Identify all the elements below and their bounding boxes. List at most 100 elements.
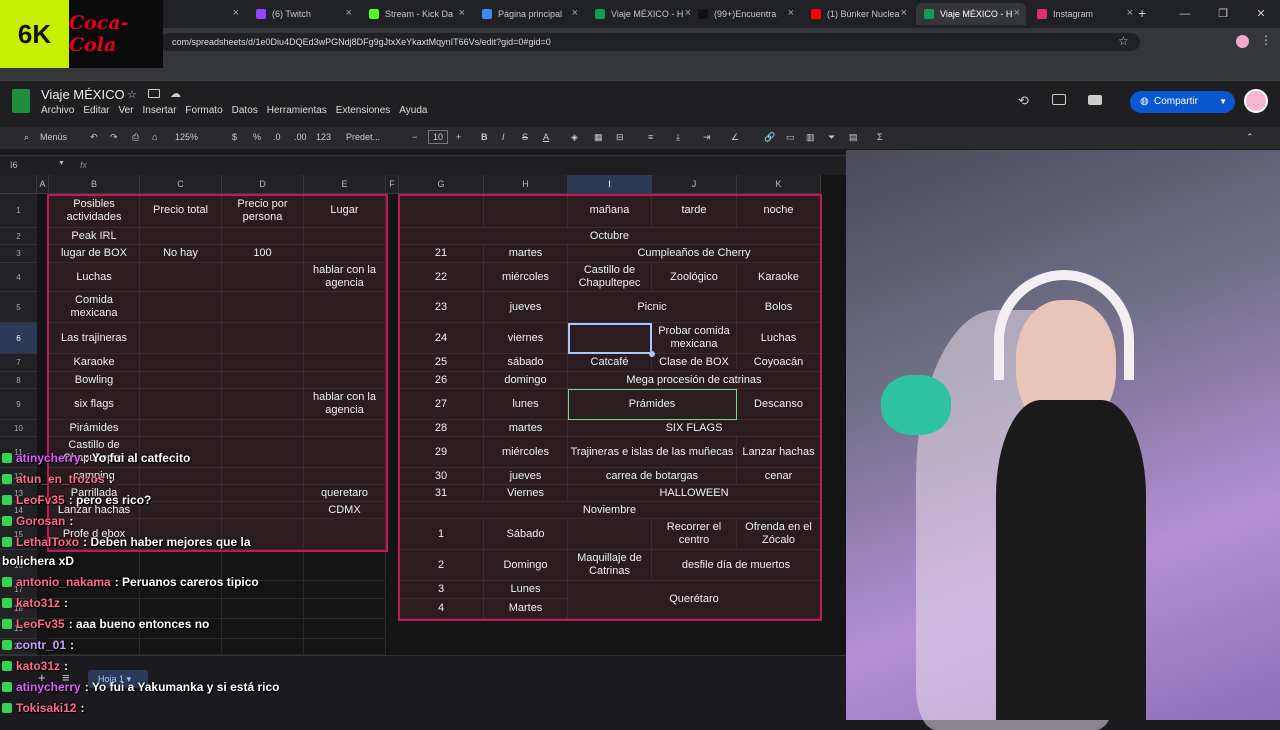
activity-cell[interactable]: Maquillaje de Catrinas bbox=[568, 550, 652, 581]
cell[interactable] bbox=[140, 228, 222, 245]
share-button[interactable]: Compartir ◍ ▼ bbox=[1130, 91, 1235, 113]
activity-cell[interactable]: Coyoacán bbox=[737, 354, 821, 372]
menu-item[interactable]: Archivo bbox=[41, 105, 74, 116]
day-name[interactable]: Domingo bbox=[484, 550, 568, 581]
cell[interactable]: Precio por persona bbox=[222, 194, 304, 228]
close-tab-icon[interactable]: × bbox=[1127, 7, 1133, 19]
browser-tab[interactable]: Viaje MÉXICO - H × bbox=[916, 3, 1026, 25]
column-header[interactable]: I bbox=[568, 175, 652, 194]
cell[interactable]: Bowling bbox=[49, 372, 140, 389]
filter-views-icon[interactable]: ▤ bbox=[849, 132, 858, 143]
day-number[interactable]: 3 bbox=[399, 581, 484, 599]
merge-cells-icon[interactable]: ⊟ bbox=[616, 132, 624, 143]
activity-cell[interactable]: Luchas bbox=[737, 323, 821, 354]
close-tab-icon[interactable]: × bbox=[901, 7, 907, 19]
cell[interactable]: Lugar bbox=[304, 194, 386, 228]
cell[interactable] bbox=[140, 372, 222, 389]
cell[interactable]: Pirámides bbox=[49, 420, 140, 437]
print-icon[interactable]: ⎙ bbox=[132, 132, 139, 143]
column-header[interactable]: A bbox=[37, 175, 49, 194]
day-name[interactable]: lunes bbox=[484, 389, 568, 420]
cell[interactable] bbox=[222, 389, 304, 420]
close-tab-icon[interactable]: × bbox=[346, 7, 352, 19]
text-wrap-icon[interactable]: ⇥ bbox=[703, 132, 711, 143]
collapse-toolbar-icon[interactable]: ⌃ bbox=[1246, 132, 1254, 143]
cell[interactable] bbox=[222, 292, 304, 323]
column-header[interactable]: J bbox=[652, 175, 737, 194]
day-name[interactable]: domingo bbox=[484, 372, 568, 389]
menu-item[interactable]: Formato bbox=[185, 105, 222, 116]
browser-tab[interactable]: (99+)Encuentra × bbox=[690, 3, 800, 25]
comments-icon[interactable] bbox=[1052, 94, 1066, 105]
day-number[interactable]: 21 bbox=[399, 245, 484, 263]
cell[interactable] bbox=[304, 228, 386, 245]
activity-cell[interactable]: Catcafé bbox=[568, 354, 652, 372]
activity-cell[interactable]: Zoológico bbox=[652, 263, 737, 292]
day-number[interactable]: 29 bbox=[399, 437, 484, 468]
activity-cell[interactable]: Clase de BOX bbox=[652, 354, 737, 372]
column-header[interactable]: H bbox=[484, 175, 568, 194]
day-name[interactable]: sábado bbox=[484, 354, 568, 372]
activity-cell[interactable]: Lanzar hachas bbox=[737, 437, 821, 468]
browser-tab[interactable]: Instagram × bbox=[1029, 3, 1139, 25]
select-all-corner[interactable] bbox=[0, 175, 37, 194]
insert-chart-icon[interactable]: ▥ bbox=[806, 132, 815, 143]
row-header[interactable]: 2 bbox=[0, 228, 37, 245]
day-number[interactable]: 22 bbox=[399, 263, 484, 292]
chevron-down-icon[interactable]: ▼ bbox=[1219, 91, 1227, 113]
italic-icon[interactable]: I bbox=[502, 132, 505, 142]
activity-cell[interactable]: Bolos bbox=[737, 292, 821, 323]
cell[interactable] bbox=[222, 372, 304, 389]
activity-cell[interactable]: desfile día de muertos bbox=[652, 550, 821, 581]
close-tab-icon[interactable]: × bbox=[572, 7, 578, 19]
move-folder-icon[interactable] bbox=[148, 89, 160, 98]
font-size-input[interactable]: 10 bbox=[428, 130, 449, 144]
undo-icon[interactable]: ↶ bbox=[90, 132, 98, 143]
cell[interactable]: Peak IRL bbox=[49, 228, 140, 245]
cell[interactable]: hablar con la agencia bbox=[304, 263, 386, 292]
cell[interactable] bbox=[304, 354, 386, 372]
insert-comment-icon[interactable]: ▭ bbox=[786, 132, 795, 143]
font-select[interactable]: Predet... bbox=[346, 132, 380, 142]
column-header[interactable]: C bbox=[140, 175, 222, 194]
browser-menu-icon[interactable]: ⋮ bbox=[1260, 33, 1272, 47]
column-header[interactable]: D bbox=[222, 175, 304, 194]
cell[interactable]: hablar con la agencia bbox=[304, 389, 386, 420]
cell[interactable] bbox=[304, 323, 386, 354]
cell[interactable]: 100 bbox=[222, 245, 304, 263]
day-number[interactable]: 23 bbox=[399, 292, 484, 323]
filter-icon[interactable]: ⏷ bbox=[828, 132, 835, 143]
activity-cell[interactable]: Recorrer el centro bbox=[652, 519, 737, 550]
cell[interactable] bbox=[304, 420, 386, 437]
row-header[interactable]: 4 bbox=[0, 263, 37, 292]
bookmark-star-icon[interactable]: ☆ bbox=[1118, 34, 1129, 48]
cell[interactable] bbox=[304, 245, 386, 263]
day-number[interactable]: 24 bbox=[399, 323, 484, 354]
menu-item[interactable]: Ver bbox=[118, 105, 133, 116]
font-size-decrease-icon[interactable]: − bbox=[412, 132, 417, 142]
row-header[interactable]: 7 bbox=[0, 354, 37, 372]
vertical-align-icon[interactable]: ⤓ bbox=[676, 132, 680, 143]
activity-cell[interactable]: Castillo de Chapultepec bbox=[568, 263, 652, 292]
cell[interactable] bbox=[222, 354, 304, 372]
day-name[interactable]: Viernes bbox=[484, 485, 568, 502]
day-number[interactable]: 28 bbox=[399, 420, 484, 437]
column-header[interactable]: G bbox=[399, 175, 484, 194]
cell[interactable] bbox=[140, 354, 222, 372]
day-name[interactable]: Lunes bbox=[484, 581, 568, 599]
decrease-decimal-button[interactable]: .0 bbox=[273, 132, 281, 142]
day-name[interactable]: martes bbox=[484, 245, 568, 263]
browser-tab[interactable]: Stream - Kick Da × bbox=[361, 3, 471, 25]
menu-item[interactable]: Ayuda bbox=[399, 105, 427, 116]
cell[interactable]: Las trajineras bbox=[49, 323, 140, 354]
cell[interactable]: tarde bbox=[652, 194, 737, 228]
column-header[interactable]: E bbox=[304, 175, 386, 194]
cell[interactable]: Precio total bbox=[140, 194, 222, 228]
search-icon[interactable]: ⌕ bbox=[24, 132, 29, 143]
cell[interactable] bbox=[222, 263, 304, 292]
day-name[interactable]: martes bbox=[484, 420, 568, 437]
activity-cell[interactable]: Picnic bbox=[568, 292, 737, 323]
activity-cell[interactable] bbox=[568, 519, 652, 550]
row-header[interactable]: 9 bbox=[0, 389, 37, 420]
close-tab-icon[interactable]: × bbox=[1014, 7, 1020, 19]
